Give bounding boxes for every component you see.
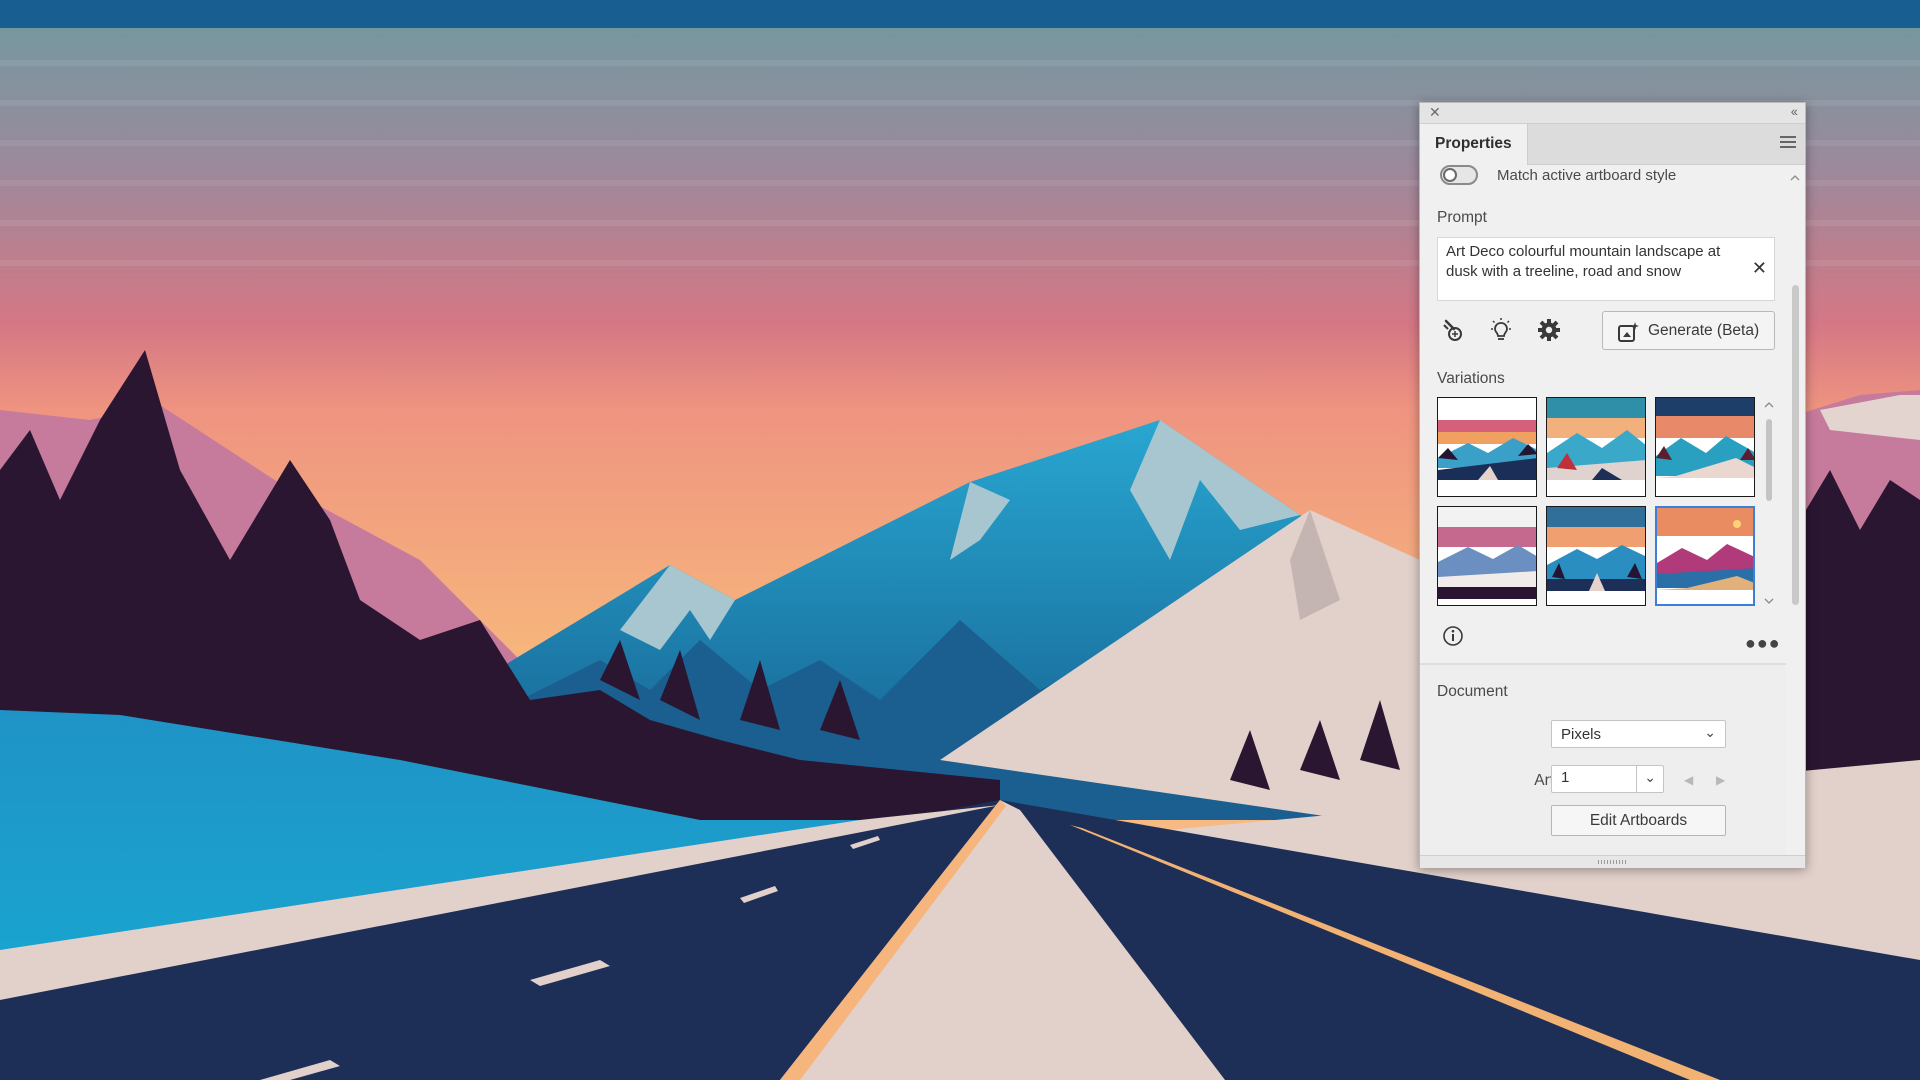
tab-properties[interactable]: Properties [1420, 124, 1528, 165]
chevron-down-icon[interactable]: ⌄ [1644, 769, 1656, 786]
variation-thumbnail-1[interactable] [1437, 397, 1537, 497]
hamburger-menu-icon[interactable] [1780, 136, 1796, 150]
prompt-label: Prompt [1437, 209, 1487, 226]
panel-titlebar[interactable]: ✕ ‹‹ [1420, 103, 1805, 124]
clear-prompt-icon[interactable]: ✕ [1752, 258, 1767, 279]
variation-thumbnail-3[interactable] [1655, 397, 1755, 497]
panel-tab-row: Properties [1420, 124, 1805, 165]
variations-scrollbar[interactable] [1762, 399, 1776, 609]
select-divider [1636, 766, 1637, 792]
document-label: Document [1437, 683, 1508, 700]
gear-icon[interactable] [1536, 317, 1562, 343]
generate-button[interactable]: Generate (Beta) [1602, 311, 1775, 350]
chevron-down-icon: ⌄ [1704, 724, 1716, 740]
properties-panel[interactable]: ✕ ‹‹ Properties Match active artboard st… [1419, 102, 1806, 868]
app-top-bar [0, 0, 1920, 28]
artboard-select[interactable]: 1 ⌄ [1551, 765, 1664, 793]
lightbulb-icon[interactable] [1488, 317, 1514, 343]
variation-thumbnail-2[interactable] [1546, 397, 1646, 497]
panel-resize-grip[interactable] [1420, 855, 1805, 868]
double-chevron-left-icon[interactable]: ‹‹ [1791, 103, 1798, 119]
match-style-toggle[interactable] [1440, 165, 1478, 185]
match-style-label: Match active artboard style [1497, 167, 1677, 184]
style-picker-icon[interactable] [1440, 317, 1466, 343]
more-options-icon[interactable]: ●●● [1745, 633, 1781, 654]
prompt-text[interactable]: Art Deco colourful mountain landscape at… [1446, 242, 1746, 282]
generate-label: Generate (Beta) [1648, 322, 1760, 339]
next-artboard-icon[interactable]: ▶ [1716, 773, 1725, 787]
prompt-input[interactable]: Art Deco colourful mountain landscape at… [1437, 237, 1775, 301]
artboard-value[interactable]: 1 [1561, 769, 1569, 786]
toggle-knob [1443, 168, 1457, 182]
close-icon[interactable]: ✕ [1429, 104, 1441, 121]
variation-thumbnail-5[interactable] [1546, 506, 1646, 606]
variation-thumbnail-6[interactable] [1655, 506, 1755, 606]
units-select[interactable]: Pixels ⌄ [1551, 720, 1726, 748]
units-value: Pixels [1561, 726, 1602, 743]
variation-thumbnail-4[interactable] [1437, 506, 1537, 606]
panel-scrollbar[interactable] [1787, 165, 1803, 845]
variations-label: Variations [1437, 370, 1505, 387]
info-icon[interactable] [1442, 625, 1464, 647]
previous-artboard-icon[interactable]: ◀ [1684, 773, 1693, 787]
generate-sparkle-icon [1618, 322, 1639, 342]
edit-artboards-button[interactable]: Edit Artboards [1551, 805, 1726, 836]
